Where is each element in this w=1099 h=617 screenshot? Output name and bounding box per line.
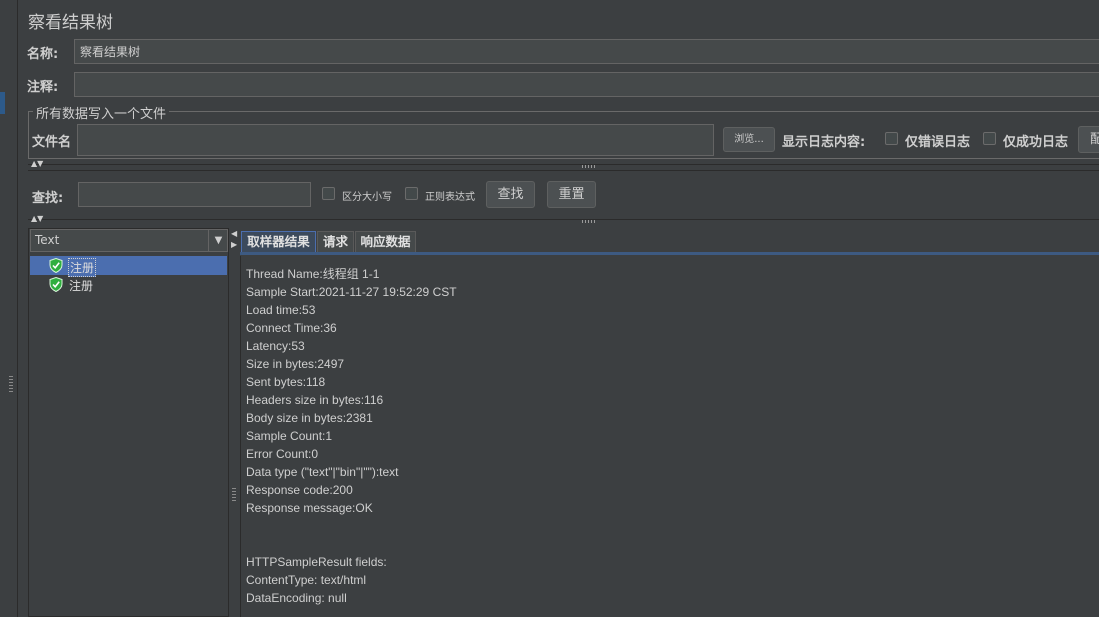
result-line: ContentType: text/html: [246, 573, 367, 587]
left-gutter: [0, 0, 18, 617]
result-line: Response message:OK: [246, 501, 373, 515]
split-divider-middle[interactable]: [28, 219, 1099, 226]
success-only-label: 仅成功日志: [1003, 135, 1069, 150]
chevron-down-icon[interactable]: ▼: [208, 229, 228, 252]
regex-label: 正则表达式: [425, 192, 475, 203]
comment-label: 注释:: [27, 80, 59, 95]
tree-item-register-2[interactable]: 注册: [30, 275, 227, 294]
success-shield-icon: [49, 258, 63, 273]
result-line: Headers size in bytes:116: [246, 393, 384, 407]
tab-sampler-result[interactable]: 取样器结果: [241, 231, 316, 252]
tab-underline: [240, 252, 1099, 255]
case-sensitive-label: 区分大小写: [342, 192, 392, 203]
divider-grip-icon-2: [582, 220, 596, 223]
tree-item-label: 注册: [69, 279, 94, 293]
sampler-result-text: Thread Name:线程组 1-1 Sample Start:2021-11…: [246, 265, 457, 607]
split-arrow-left-icon[interactable]: ◀: [231, 229, 237, 238]
search-input[interactable]: [78, 182, 311, 207]
result-line: DataEncoding: null: [246, 591, 347, 605]
name-label: 名称:: [27, 47, 59, 62]
result-tree: [30, 254, 228, 616]
split-arrow-right-icon[interactable]: ▶: [231, 240, 237, 249]
find-button[interactable]: 查找: [486, 181, 535, 208]
log-content-label: 显示日志内容:: [782, 135, 866, 150]
errors-only-label: 仅错误日志: [905, 135, 971, 150]
renderer-select[interactable]: [30, 229, 228, 252]
result-line: Sent bytes:118: [246, 375, 326, 389]
result-line: Latency:53: [246, 339, 305, 353]
result-line: Connect Time:36: [246, 321, 337, 335]
success-only-checkbox[interactable]: [983, 132, 996, 145]
result-line: Thread Name:线程组 1-1: [246, 267, 380, 281]
search-label: 查找:: [32, 191, 64, 206]
result-line: Size in bytes:2497: [246, 357, 345, 371]
result-line: Load time:53: [246, 303, 316, 317]
result-line: Response code:200: [246, 483, 353, 497]
errors-only-checkbox[interactable]: [885, 132, 898, 145]
result-line: HTTPSampleResult fields:: [246, 555, 387, 569]
result-line: Sample Count:1: [246, 429, 333, 443]
result-line: [246, 517, 457, 535]
case-sensitive-checkbox[interactable]: [322, 187, 335, 200]
renderer-select-value: Text: [35, 233, 60, 247]
tree-item-register-1[interactable]: 注册: [30, 256, 227, 277]
collapse-arrows-icon-2[interactable]: ▲▼: [31, 215, 43, 223]
tab-response-data[interactable]: 响应数据: [355, 231, 416, 252]
configure-button[interactable]: 配: [1078, 126, 1099, 153]
gutter-resize-handle[interactable]: [9, 376, 13, 392]
gutter-accent: [0, 92, 5, 114]
filename-input[interactable]: [77, 124, 714, 156]
reset-button[interactable]: 重置: [547, 181, 596, 208]
split-grip-icon: [232, 488, 236, 502]
result-line: Body size in bytes:2381: [246, 411, 373, 425]
page-title: 察看结果树: [28, 13, 113, 33]
name-input[interactable]: [74, 39, 1099, 64]
regex-checkbox[interactable]: [405, 187, 418, 200]
file-group-title: 所有数据写入一个文件: [33, 103, 170, 122]
success-shield-icon: [49, 277, 63, 292]
split-divider-top[interactable]: [28, 164, 1099, 171]
comment-input[interactable]: [74, 72, 1099, 97]
divider-grip-icon: [582, 165, 596, 168]
browse-button[interactable]: 浏览...: [723, 127, 775, 152]
result-line: Data type ("text"|"bin"|""):text: [246, 465, 399, 479]
vertical-split-handle[interactable]: [229, 228, 239, 617]
result-line: [246, 535, 457, 553]
result-line: Sample Start:2021-11-27 19:52:29 CST: [246, 285, 457, 299]
filename-label: 文件名: [32, 135, 72, 150]
collapse-arrows-icon[interactable]: ▲▼: [31, 160, 43, 168]
tab-request[interactable]: 请求: [317, 231, 354, 252]
result-line: Error Count:0: [246, 447, 319, 461]
